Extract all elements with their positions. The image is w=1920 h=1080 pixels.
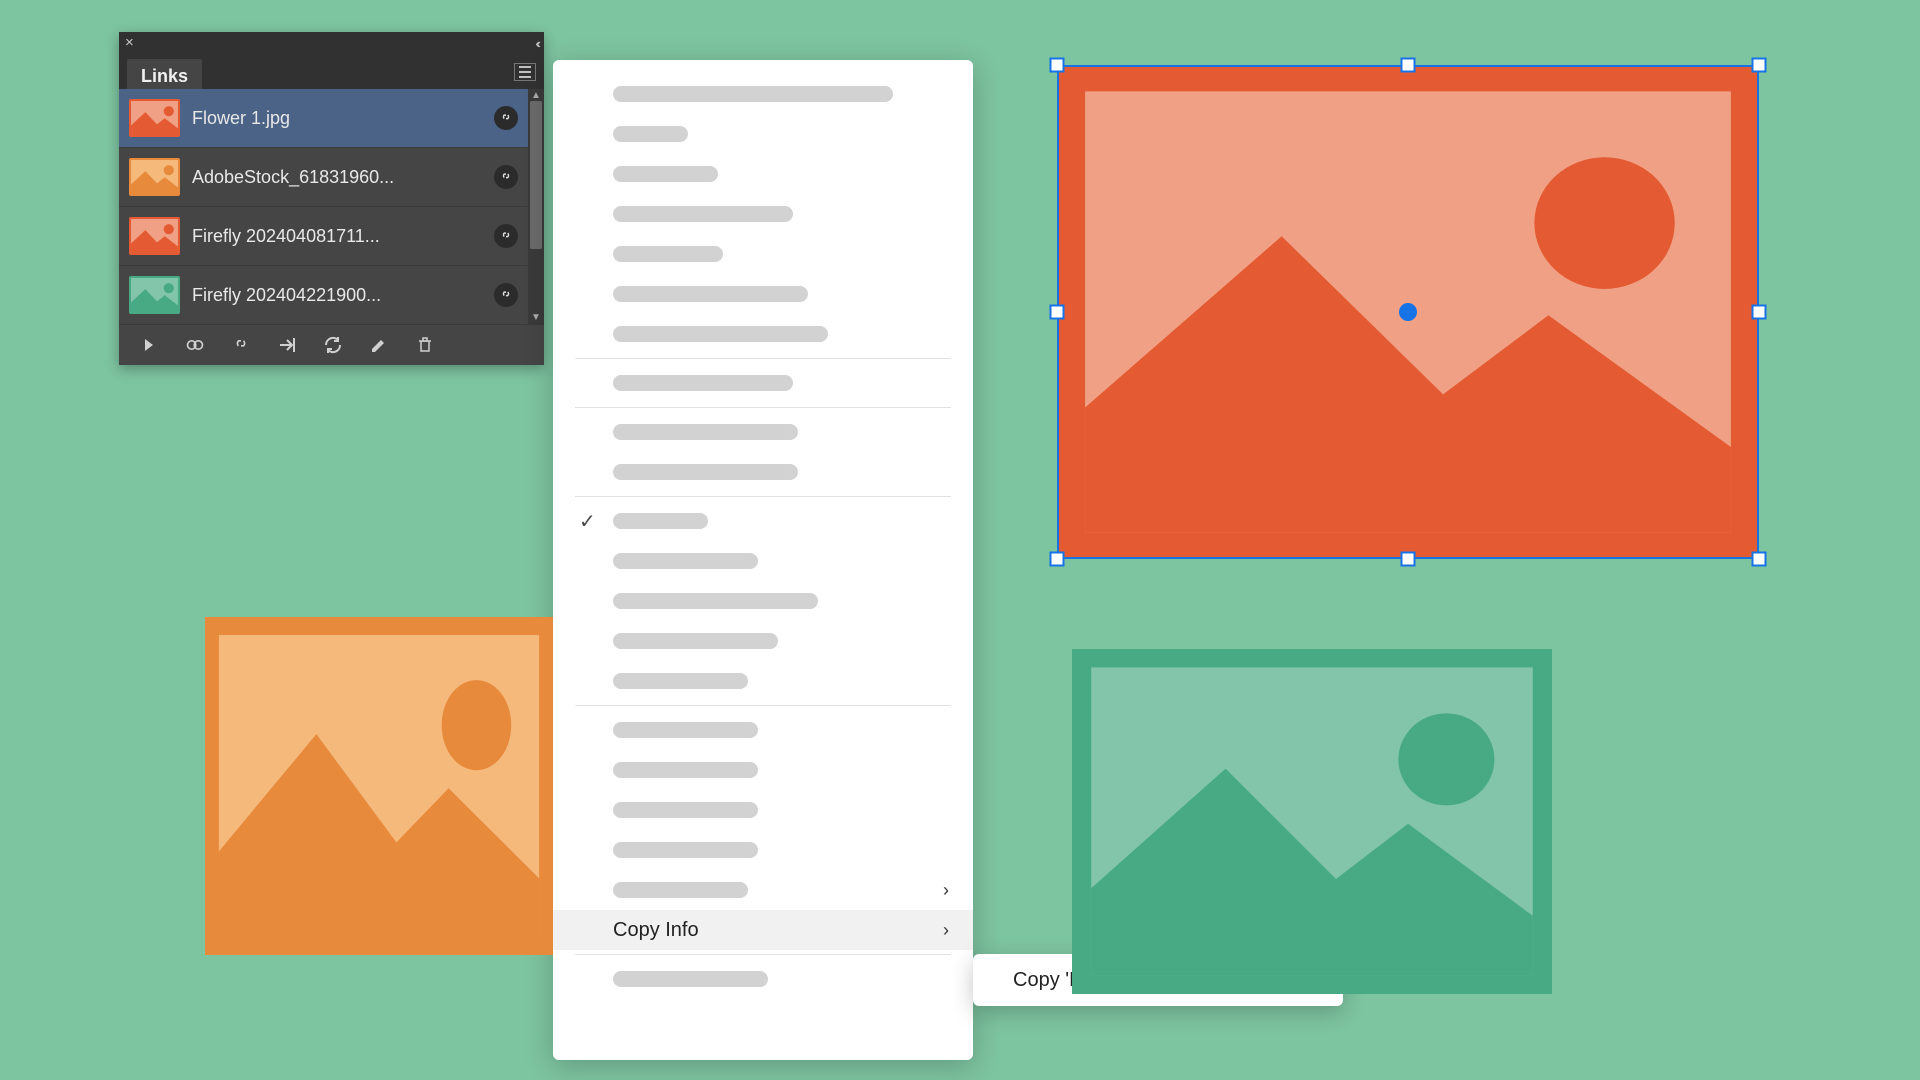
menu-item[interactable] — [553, 750, 973, 790]
menu-item[interactable] — [553, 412, 973, 452]
menu-item[interactable] — [553, 710, 973, 750]
menu-item[interactable]: › — [553, 870, 973, 910]
menu-item[interactable] — [553, 581, 973, 621]
link-thumbnail — [129, 158, 180, 196]
menu-item[interactable] — [553, 541, 973, 581]
selection-handle[interactable] — [1401, 58, 1416, 73]
menu-item[interactable]: ✓ — [553, 501, 973, 541]
selection-handle[interactable] — [1050, 58, 1065, 73]
link-status-icon — [494, 165, 518, 189]
menu-item-placeholder — [613, 86, 893, 102]
menu-item-placeholder — [613, 286, 808, 302]
collapse-icon[interactable]: ‹‹ — [535, 36, 538, 51]
menu-item-placeholder — [613, 126, 688, 142]
menu-item-placeholder — [613, 166, 718, 182]
menu-item[interactable] — [553, 234, 973, 274]
canvas-image-green[interactable] — [1072, 649, 1552, 994]
menu-item[interactable] — [553, 274, 973, 314]
menu-item[interactable] — [553, 661, 973, 701]
panel-footer — [119, 325, 544, 365]
selection-handle[interactable] — [1401, 552, 1416, 567]
menu-item-placeholder — [613, 722, 758, 738]
scrollbar[interactable]: ▲ ▼ — [528, 89, 544, 325]
submenu-arrow-icon: › — [943, 920, 949, 941]
goto-link-icon[interactable] — [277, 335, 297, 355]
menu-item-placeholder — [613, 842, 758, 858]
relink-cc-icon[interactable] — [185, 335, 205, 355]
close-icon[interactable]: × — [125, 36, 139, 50]
link-filename: Firefly 202404081711... — [192, 226, 482, 247]
link-status-icon — [494, 283, 518, 307]
selection-handle[interactable] — [1752, 305, 1767, 320]
link-thumbnail — [129, 217, 180, 255]
menu-item-placeholder — [613, 464, 798, 480]
selection-handle[interactable] — [1050, 305, 1065, 320]
menu-item-placeholder — [613, 802, 758, 818]
link-filename: Flower 1.jpg — [192, 108, 482, 129]
check-icon: ✓ — [579, 509, 596, 534]
canvas-image-orange[interactable] — [205, 617, 553, 955]
link-row[interactable]: Flower 1.jpg — [119, 89, 528, 148]
scroll-thumb[interactable] — [530, 101, 542, 249]
menu-item[interactable] — [553, 452, 973, 492]
selection-handle[interactable] — [1752, 552, 1767, 567]
menu-item[interactable] — [553, 830, 973, 870]
disclosure-icon[interactable] — [139, 335, 159, 355]
menu-item-placeholder — [613, 246, 723, 262]
menu-item[interactable] — [553, 154, 973, 194]
link-row[interactable]: Firefly 202404081711... — [119, 207, 528, 266]
menu-item[interactable] — [553, 74, 973, 114]
links-panel: × ‹‹ Links Flower 1.jpg AdobeStock_61831… — [119, 32, 544, 365]
panel-menu-button[interactable] — [514, 63, 536, 81]
menu-item-placeholder — [613, 326, 828, 342]
menu-item-placeholder — [613, 762, 758, 778]
menu-item-placeholder — [613, 424, 798, 440]
menu-item[interactable] — [553, 114, 973, 154]
links-tab[interactable]: Links — [127, 59, 202, 93]
edit-original-icon[interactable] — [369, 335, 389, 355]
scroll-down-icon[interactable]: ▼ — [531, 313, 541, 323]
menu-item-placeholder — [613, 593, 818, 609]
link-filename: AdobeStock_61831960... — [192, 167, 482, 188]
link-row[interactable]: Firefly 202404221900... — [119, 266, 528, 325]
link-status-icon — [494, 106, 518, 130]
menu-item-label: Copy Info — [613, 919, 699, 942]
selection-center-icon[interactable] — [1399, 303, 1417, 321]
menu-item-copy-info[interactable]: Copy Info › — [553, 910, 973, 950]
relink-icon[interactable] — [231, 335, 251, 355]
menu-item[interactable] — [553, 194, 973, 234]
scroll-up-icon[interactable]: ▲ — [531, 91, 541, 101]
link-row[interactable]: AdobeStock_61831960... — [119, 148, 528, 207]
menu-item-placeholder — [613, 375, 793, 391]
link-status-icon — [494, 224, 518, 248]
panel-dropdown-menu: ✓ › Copy Info › — [553, 60, 973, 1060]
menu-item[interactable] — [553, 314, 973, 354]
delete-icon[interactable] — [415, 335, 435, 355]
menu-item[interactable] — [553, 790, 973, 830]
links-list: Flower 1.jpg AdobeStock_61831960... Fire… — [119, 89, 544, 325]
menu-item-placeholder — [613, 971, 768, 987]
menu-item-placeholder — [613, 633, 778, 649]
menu-item-placeholder — [613, 882, 748, 898]
selection-handle[interactable] — [1752, 58, 1767, 73]
menu-item-placeholder — [613, 513, 708, 529]
menu-item[interactable] — [553, 959, 973, 999]
link-thumbnail — [129, 99, 180, 137]
menu-item-placeholder — [613, 673, 748, 689]
link-filename: Firefly 202404221900... — [192, 285, 482, 306]
menu-item[interactable] — [553, 621, 973, 661]
menu-item-placeholder — [613, 553, 758, 569]
panel-titlebar: × ‹‹ — [119, 32, 544, 54]
link-thumbnail — [129, 276, 180, 314]
menu-item[interactable] — [553, 363, 973, 403]
panel-header: Links — [119, 54, 544, 89]
selection-handle[interactable] — [1050, 552, 1065, 567]
selected-image-frame[interactable] — [1057, 65, 1759, 559]
submenu-arrow-icon: › — [943, 880, 949, 901]
menu-item-placeholder — [613, 206, 793, 222]
update-link-icon[interactable] — [323, 335, 343, 355]
